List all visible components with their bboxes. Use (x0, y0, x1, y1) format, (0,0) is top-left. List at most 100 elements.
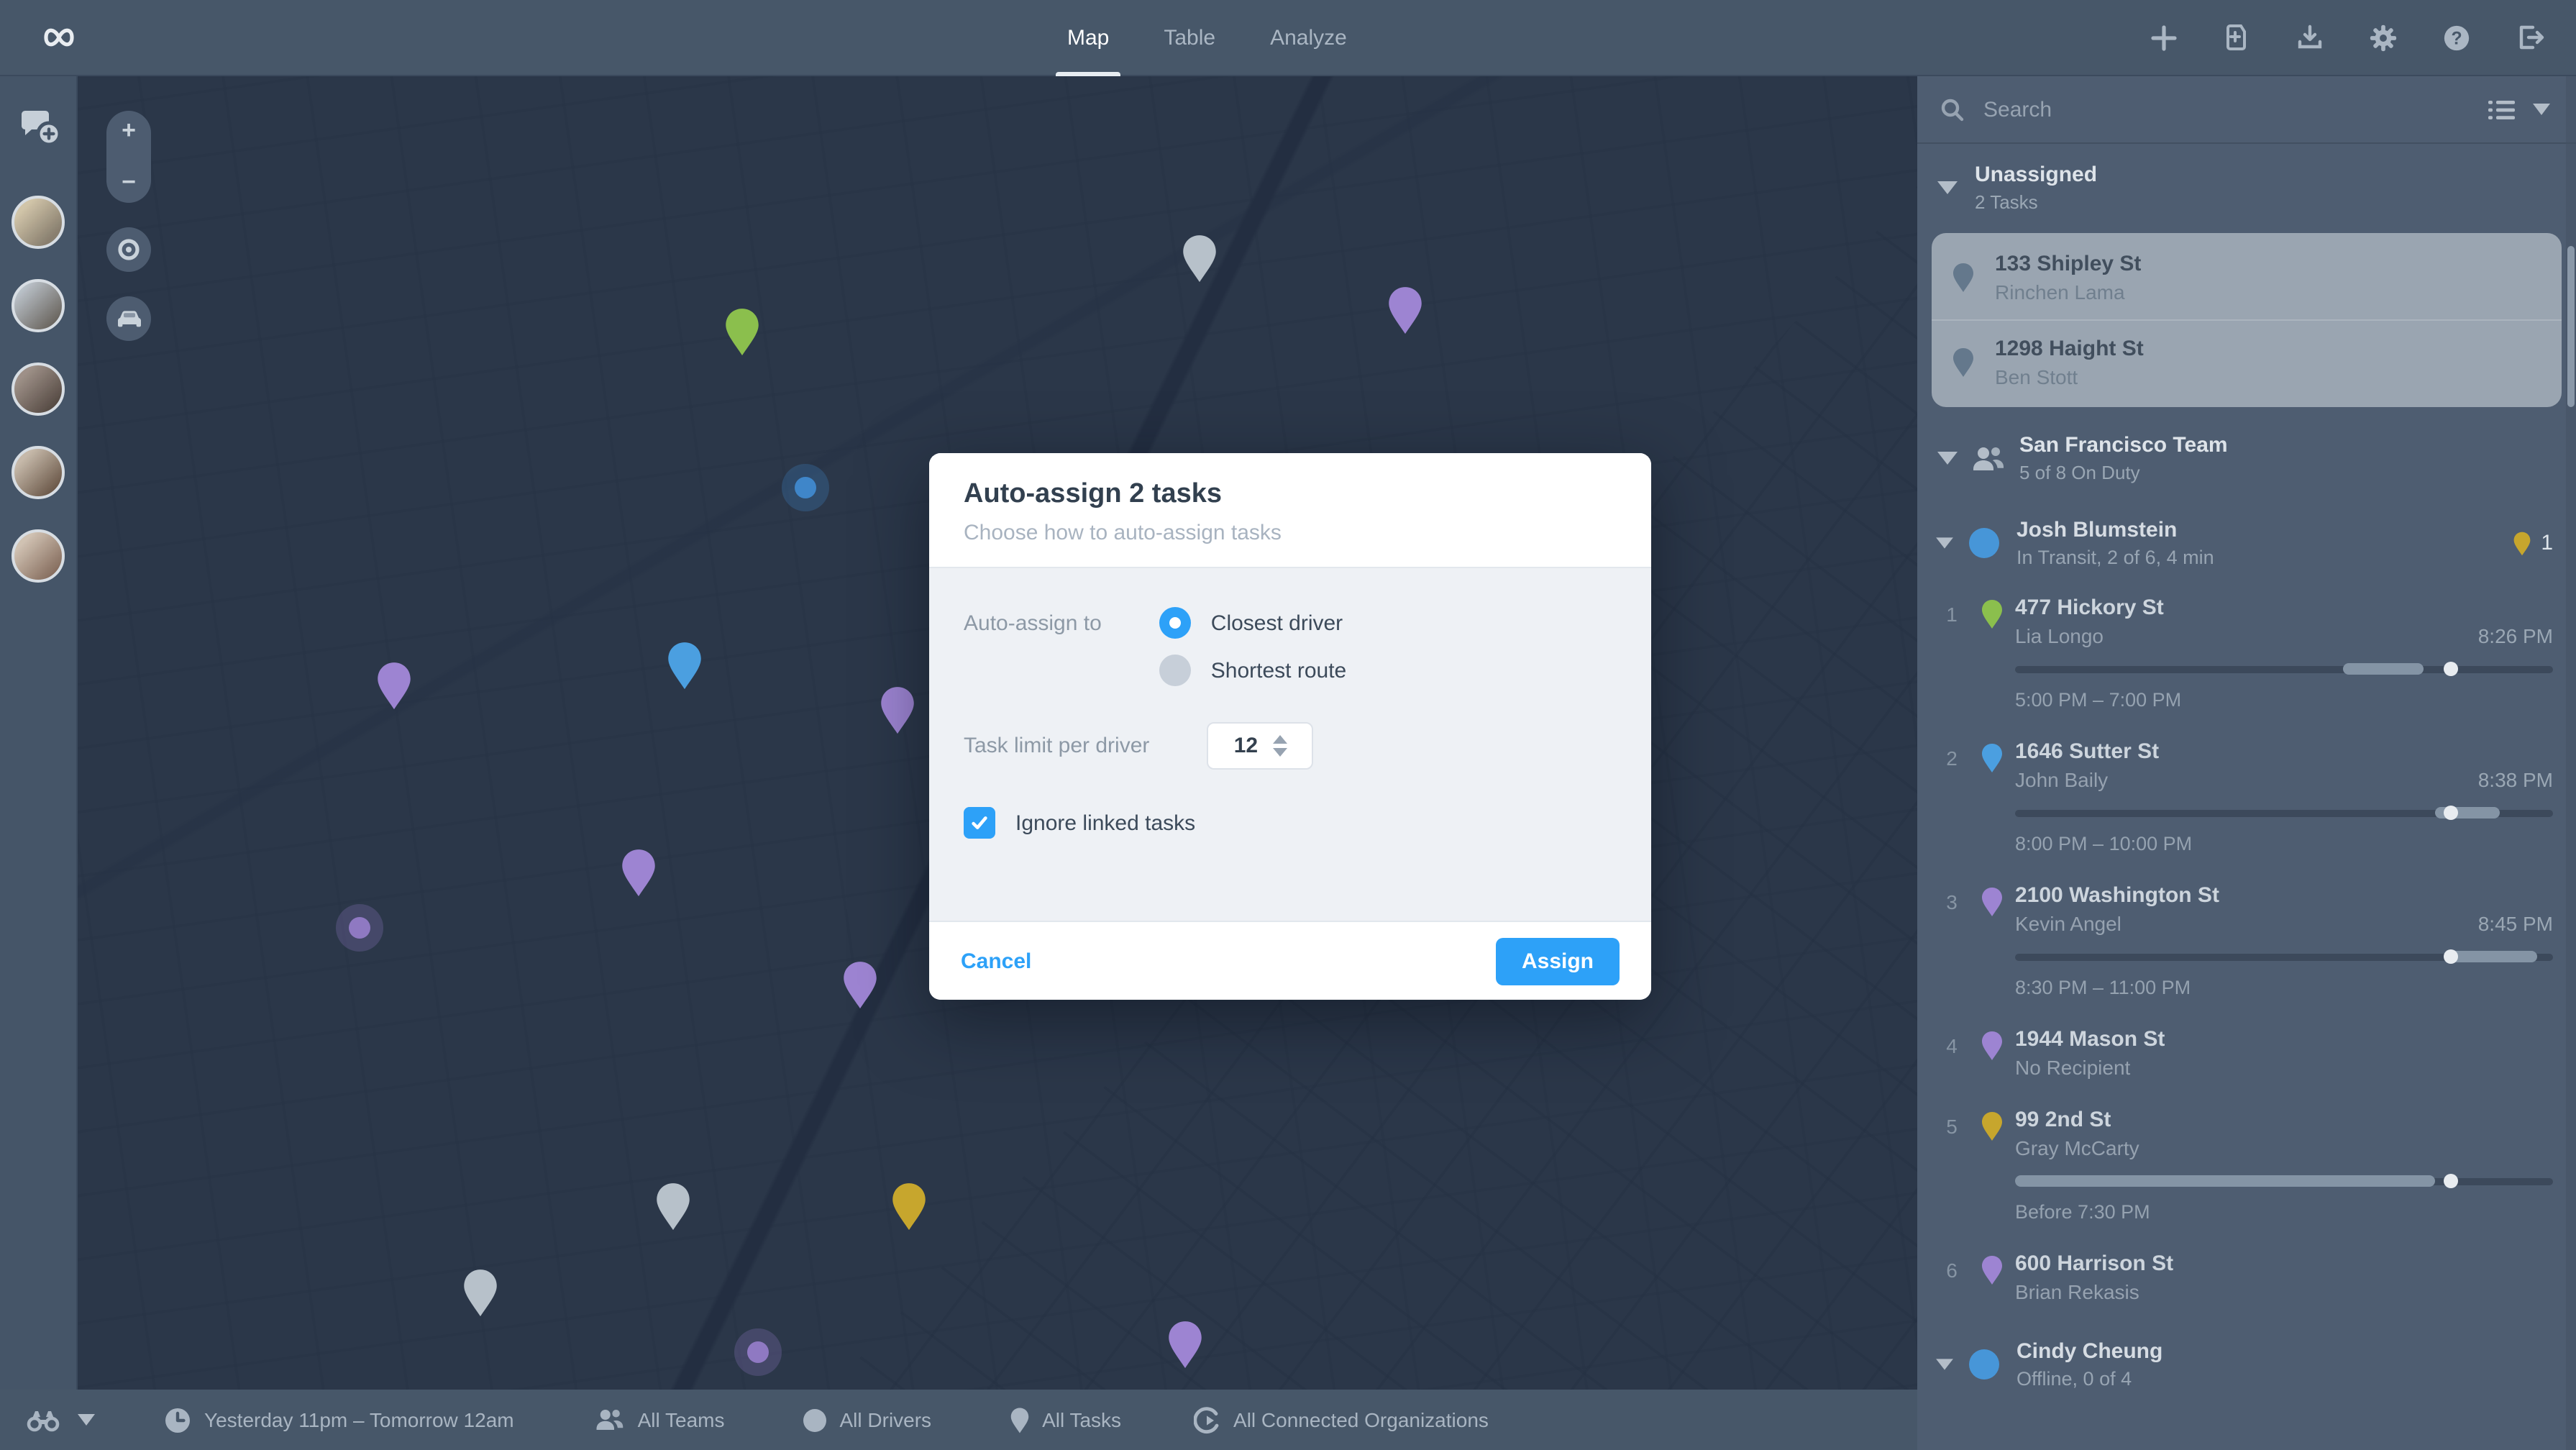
new-chat-icon[interactable] (17, 108, 60, 148)
collapse-triangle-icon[interactable] (1936, 537, 1953, 549)
task-row-5[interactable]: 5 99 2nd St Gray McCarty Before 7:30 PM (1917, 1098, 2576, 1241)
time-window-slider[interactable] (2015, 806, 2553, 820)
driver-avatar[interactable] (12, 196, 65, 249)
tab-analyze[interactable]: Analyze (1267, 0, 1350, 76)
task-eta: 8:45 PM (2477, 912, 2553, 935)
task-recipient: No Recipient (2015, 1056, 2131, 1079)
task-sequence-number: 4 (1946, 1034, 1958, 1057)
driver-row-josh-blumstein[interactable]: Josh Blumstein In Transit, 2 of 6, 4 min… (1917, 501, 2576, 585)
map-task-pin[interactable] (890, 1181, 928, 1231)
filter-teams[interactable]: All Teams (595, 1408, 725, 1431)
import-tasks-icon[interactable] (2222, 23, 2251, 52)
search-input[interactable] (1983, 97, 2488, 122)
time-window-slider[interactable] (2015, 662, 2553, 676)
radio-option-closest-driver[interactable]: Closest driver (1159, 607, 1346, 639)
driver-pin-badge: 1 (2512, 530, 2553, 556)
map-task-pin[interactable] (1181, 233, 1218, 283)
map-driver-dot[interactable] (795, 476, 817, 498)
modal-footer: Cancel Assign (929, 921, 1651, 1000)
map-task-pin[interactable] (620, 847, 657, 898)
driver-avatar[interactable] (12, 529, 65, 583)
selected-unassigned-tasks: 133 Shipley St Rinchen Lama 1298 Haight … (1932, 233, 2562, 407)
time-window-slider[interactable] (2015, 949, 2553, 964)
unassigned-title: Unassigned (1975, 163, 2098, 187)
tab-table[interactable]: Table (1161, 0, 1218, 76)
map-driver-dot[interactable] (348, 917, 370, 939)
map-task-pin[interactable] (880, 685, 917, 736)
task-pin-icon (1953, 263, 1973, 292)
slider-knob[interactable] (2443, 949, 2458, 964)
bottom-filter-bar: Yesterday 11pm – Tomorrow 12am All Teams… (0, 1390, 1917, 1450)
filter-organizations[interactable]: All Connected Organizations (1193, 1406, 1489, 1433)
unassigned-task-row[interactable]: 133 Shipley St Rinchen Lama (1932, 236, 2562, 319)
map-task-pin[interactable] (1166, 1320, 1204, 1370)
task-pin-icon (1010, 1407, 1028, 1433)
task-row-1[interactable]: 1 477 Hickory St Lia Longo 8:26 PM 5:00 … (1917, 585, 2576, 729)
unassigned-task-row[interactable]: 1298 Haight St Ben Stott (1932, 319, 2562, 404)
radio-unselected-icon[interactable] (1159, 655, 1191, 686)
slider-knob[interactable] (2443, 806, 2458, 820)
stepper-up-icon[interactable] (1272, 735, 1287, 744)
add-task-icon[interactable] (2149, 23, 2178, 52)
zoom-in-button[interactable]: + (122, 118, 136, 142)
sidebar-scrollbar[interactable] (2566, 76, 2576, 1450)
settings-gear-icon[interactable] (2369, 23, 2398, 52)
map-task-pin[interactable] (655, 1181, 693, 1231)
task-pin-icon (1982, 744, 2002, 772)
tab-map[interactable]: Map (1055, 0, 1121, 76)
zoom-out-button[interactable]: − (122, 170, 136, 194)
slider-window-segment (2015, 1175, 2435, 1187)
filter-time-range[interactable]: Yesterday 11pm – Tomorrow 12am (164, 1406, 514, 1433)
traffic-car-button[interactable] (106, 296, 151, 341)
assign-button[interactable]: Assign (1495, 937, 1620, 985)
search-icon (1941, 98, 1964, 121)
scrollbar-thumb[interactable] (2567, 246, 2575, 407)
checkbox-checked-icon[interactable] (964, 807, 995, 839)
driver-row-cindy-cheung[interactable]: Cindy Cheung Offline, 0 of 4 (1917, 1322, 2576, 1407)
map-task-pin[interactable] (462, 1267, 499, 1318)
task-row-4[interactable]: 4 1944 Mason St No Recipient (1917, 1017, 2576, 1098)
stepper-down-icon[interactable] (1272, 748, 1287, 757)
collapse-triangle-icon[interactable] (1937, 452, 1958, 465)
unassigned-section-header[interactable]: Unassigned 2 Tasks (1917, 144, 2576, 230)
driver-avatar[interactable] (12, 446, 65, 499)
task-row-2[interactable]: 2 1646 Sutter St John Baily 8:38 PM 8:00… (1917, 729, 2576, 873)
map-task-pin[interactable] (1387, 286, 1425, 336)
radio-option-shortest-route[interactable]: Shortest route (1159, 655, 1346, 686)
collapse-triangle-icon[interactable] (1936, 1359, 1953, 1370)
onfleet-logo-infinity-icon[interactable] (32, 20, 86, 55)
ignore-linked-tasks-row[interactable]: Ignore linked tasks (964, 807, 1617, 839)
help-icon[interactable]: ? (2442, 23, 2471, 52)
driver-avatar[interactable] (12, 279, 65, 332)
team-icon (1973, 447, 2004, 470)
driver-status: Offline, 0 of 4 (2017, 1368, 2132, 1390)
export-download-icon[interactable] (2296, 23, 2324, 52)
driver-avatar[interactable] (12, 362, 65, 416)
logout-icon[interactable] (2516, 23, 2544, 52)
task-limit-stepper[interactable]: 12 (1207, 722, 1314, 770)
task-row-3[interactable]: 3 2100 Washington St Kevin Angel 8:45 PM… (1917, 873, 2576, 1017)
filter-tasks[interactable]: All Tasks (1009, 1406, 1121, 1433)
map-task-pin[interactable] (666, 640, 703, 690)
cancel-button[interactable]: Cancel (961, 949, 1031, 973)
stepper-arrows[interactable] (1272, 735, 1287, 757)
task-row-6[interactable]: 6 600 Harrison St Brian Rekasis (1917, 1241, 2576, 1322)
collapse-triangle-icon[interactable] (1937, 181, 1958, 194)
orgs-filter-label: All Connected Organizations (1233, 1408, 1489, 1431)
app: Map Table Analyze ? + − Search Unassigne… (0, 0, 2576, 1450)
slider-knob[interactable] (2443, 662, 2458, 676)
list-view-icon[interactable] (2488, 99, 2516, 120)
map-driver-dot[interactable] (747, 1341, 769, 1364)
driver-location-dot (1969, 1349, 1999, 1380)
slider-knob[interactable] (2443, 1174, 2458, 1188)
map-display-options[interactable] (26, 1408, 95, 1432)
radio-selected-icon[interactable] (1159, 607, 1191, 639)
map-task-pin[interactable] (375, 660, 413, 711)
team-section-header[interactable]: San Francisco Team 5 of 8 On Duty (1917, 424, 2576, 501)
map-task-pin[interactable] (723, 307, 760, 357)
filter-drivers[interactable]: All Drivers (803, 1408, 931, 1432)
time-window-slider[interactable] (2015, 1174, 2553, 1188)
sort-dropdown-caret-icon[interactable] (2533, 104, 2550, 115)
locate-button[interactable] (106, 227, 151, 272)
map-task-pin[interactable] (841, 960, 878, 1011)
